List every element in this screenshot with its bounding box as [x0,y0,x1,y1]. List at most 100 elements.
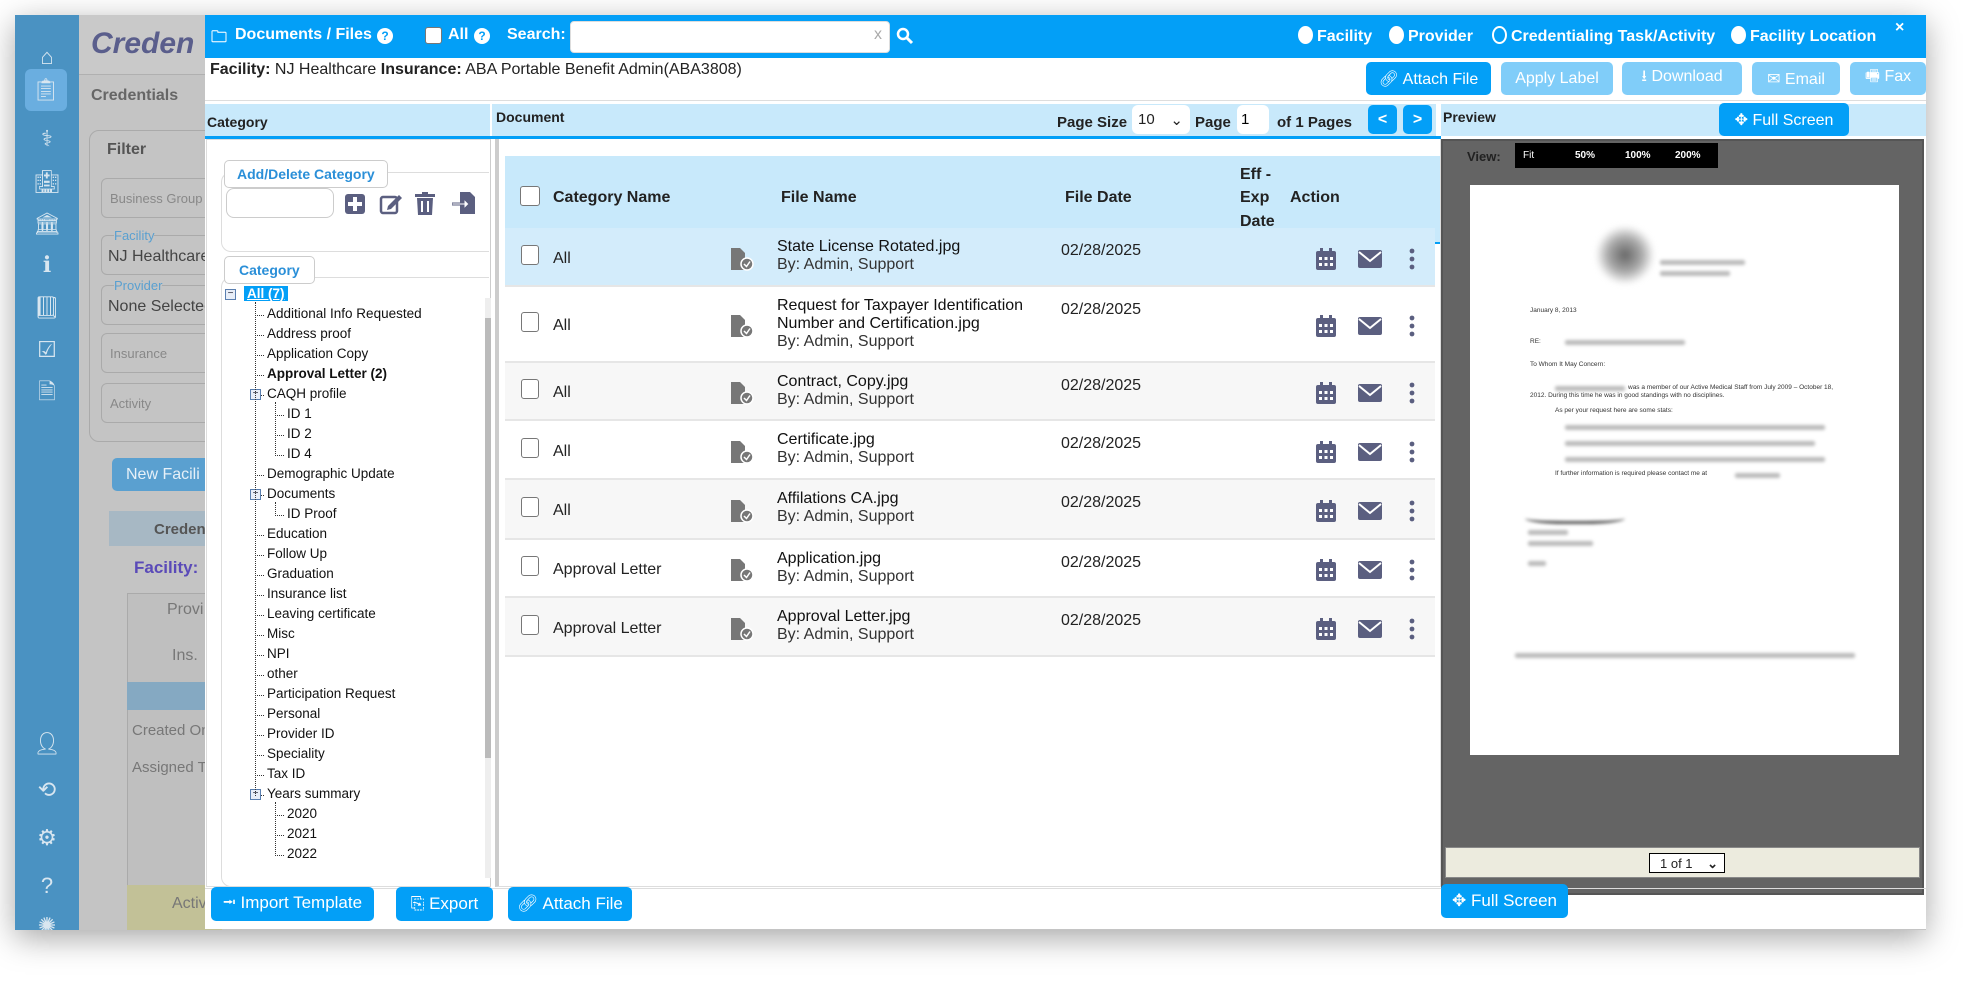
tree-item[interactable]: Provider ID [267,726,335,741]
more-options-icon[interactable] [1409,315,1415,337]
radio-credentialing-task[interactable]: Credentialing Task/Activity [1492,26,1715,46]
file-check-icon[interactable] [730,617,754,642]
tree-item[interactable]: Participation Request [267,686,395,701]
tree-scrollbar[interactable] [485,298,491,878]
radio-facility-location[interactable]: Facility Location [1731,26,1876,46]
calendar-icon[interactable] [1316,617,1336,640]
tree-item[interactable]: ID 4 [287,446,312,461]
brand-icon[interactable]: ✺︎ [32,911,62,930]
download-button[interactable]: ⭳ Download [1622,62,1742,95]
page-size-select[interactable]: 10 ⌄ [1132,105,1190,134]
collapse-icon[interactable]: − [225,289,236,300]
tree-item[interactable]: Follow Up [267,546,327,561]
clipboard-icon[interactable]: 📋︎ [25,69,67,111]
page-select[interactable]: 1 of 1 ⌄ [1649,853,1725,873]
file-name[interactable]: Affilations CA.jpg By: Admin, Support [777,490,1042,526]
more-options-icon[interactable] [1409,382,1415,404]
tree-item[interactable]: Application Copy [267,346,368,361]
filter-label[interactable]: Filter [107,141,146,159]
file-check-icon[interactable] [730,500,754,524]
tree-item[interactable]: Additional Info Requested [267,306,422,321]
file-name[interactable]: Approval Letter.jpg By: Admin, Support [777,608,1042,644]
file-check-icon[interactable] [730,247,754,272]
tree-item[interactable]: Documents [267,486,335,501]
tree-item[interactable]: Speciality [267,746,325,761]
doctor-icon[interactable]: ⚕︎ [32,124,62,154]
checkbox-icon[interactable]: ☑︎ [32,335,62,365]
all-checkbox[interactable] [425,27,442,44]
email-icon[interactable] [1358,249,1382,268]
email-icon[interactable] [1358,561,1382,579]
attach-file-button[interactable]: 🔗︎ Attach File [1366,62,1491,95]
email-icon[interactable] [1358,384,1382,402]
all-help-icon[interactable]: ? [474,28,490,44]
zoom-200[interactable]: 200% [1675,150,1701,161]
history-icon[interactable]: ⟲︎ [32,775,62,805]
table-row[interactable]: Approval Letter Approval Letter.jpg By: Ad… [505,598,1435,657]
tree-item[interactable]: Tax ID [267,766,305,781]
tree-item[interactable]: ID 2 [287,426,312,441]
full-screen-button[interactable]: ✥ Full Screen [1719,103,1849,136]
page-input[interactable] [1237,105,1269,134]
tree-item[interactable]: All (7) [244,286,288,301]
tree-item[interactable]: Education [267,526,327,541]
calendar-icon[interactable] [1316,500,1336,522]
info-icon[interactable]: ℹ︎ [32,250,62,280]
row-checkbox[interactable] [521,379,539,399]
clear-search-icon[interactable]: x [874,26,882,44]
select-all-checkbox[interactable] [520,186,540,206]
tree-item[interactable]: Years summary [267,786,360,801]
import-template-button[interactable]: ⭲ Import Template [211,887,374,921]
help-icon[interactable]: ? [377,28,393,44]
calendar-icon[interactable] [1316,315,1336,337]
book-icon[interactable]: 📕︎ [32,293,62,323]
file-name[interactable]: State License Rotated.jpg By: Admin, Supp… [777,238,1042,274]
table-row[interactable]: Approval Letter Application.jpg By: Admin,… [505,540,1435,598]
search-icon[interactable] [896,27,914,45]
row-checkbox[interactable] [521,244,539,265]
zoom-100[interactable]: 100% [1625,150,1651,161]
close-button[interactable]: × [1895,19,1904,37]
file-name[interactable]: Request for Taxpayer Identification Numb… [777,297,1042,351]
tree-item[interactable]: Misc [267,626,295,641]
more-options-icon[interactable] [1409,441,1415,463]
calendar-icon[interactable] [1316,559,1336,581]
radio-facility[interactable]: Facility [1298,26,1372,46]
search-input[interactable] [570,21,890,53]
gear-icon[interactable]: ⚙︎ [32,823,62,853]
file-name[interactable]: Application.jpg By: Admin, Support [777,550,1042,586]
file-name[interactable]: Contract, Copy.jpg By: Admin, Support [777,373,1042,409]
tree-item[interactable]: other [267,666,298,681]
row-checkbox[interactable] [521,437,539,458]
more-options-icon[interactable] [1409,618,1415,640]
more-options-icon[interactable] [1409,559,1415,581]
tree-item[interactable]: Approval Letter (2) [267,366,387,381]
tree-item[interactable]: ID Proof [287,506,337,521]
user-gear-icon[interactable]: 👤︎ [32,729,62,759]
row-checkbox[interactable] [521,614,539,635]
home-icon[interactable]: ⌂︎ [32,42,62,72]
tree-item[interactable]: Leaving certificate [267,606,376,621]
email-icon[interactable] [1358,619,1382,638]
export-button[interactable]: ⎘ Export [396,887,493,921]
email-icon[interactable] [1358,442,1382,461]
fax-button[interactable]: 🖷︎ Fax [1850,62,1926,95]
file-check-icon[interactable] [730,315,754,339]
tree-item[interactable]: Personal [267,706,320,721]
email-icon[interactable] [1358,502,1382,520]
calendar-icon[interactable] [1316,382,1336,404]
bank-icon[interactable]: 🏛︎ [32,209,62,239]
tree-item[interactable]: 2021 [287,826,317,841]
table-row[interactable]: All State License Rotated.jpg By: Admin, S… [505,228,1435,287]
tree-item[interactable]: Graduation [267,566,334,581]
tree-item[interactable]: Address proof [267,326,351,341]
more-options-icon[interactable] [1409,248,1415,270]
email-icon[interactable] [1358,317,1382,335]
hospital-icon[interactable]: 🏥︎ [32,167,62,197]
calendar-icon[interactable] [1316,440,1336,463]
zoom-fit[interactable]: Fit [1523,150,1534,161]
row-checkbox[interactable] [521,556,539,576]
tree-item[interactable]: NPI [267,646,290,661]
radio-provider[interactable]: Provider [1389,26,1473,46]
document-icon[interactable]: 🗎︎ [32,377,62,407]
